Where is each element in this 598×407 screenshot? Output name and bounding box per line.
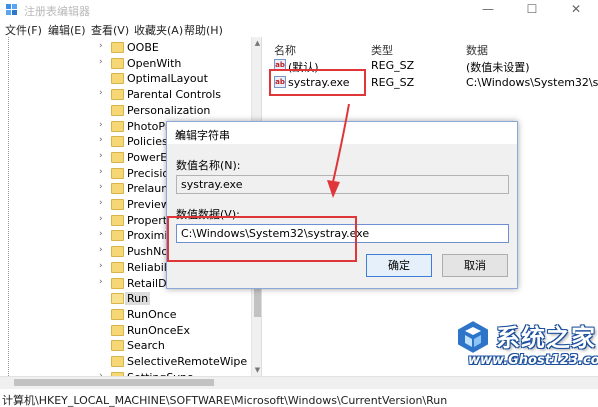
folder-icon [111, 104, 124, 116]
scroll-up-icon[interactable]: ▲ [252, 37, 261, 49]
key-path: 计算机\HKEY_LOCAL_MACHINE\SOFTWARE\Microsof… [2, 394, 448, 407]
title-bar: 注册表编辑器 — ☐ ✕ [0, 0, 598, 20]
value-data: C:\Windows\System32\systra [466, 76, 598, 89]
horizontal-scrollbar[interactable] [0, 377, 598, 389]
column-header-name[interactable]: 名称 [274, 42, 296, 58]
chevron-right-icon[interactable]: › [99, 88, 103, 98]
tree-item-label: OpenWith [127, 56, 182, 70]
chevron-right-icon[interactable]: › [99, 277, 103, 287]
edit-string-dialog: 编辑字符串 ✕ 数值名称(N): systray.exe 数值数据(V): C:… [166, 121, 518, 289]
watermark-logo-icon [456, 318, 490, 356]
folder-icon [111, 120, 124, 132]
folder-icon [111, 199, 124, 210]
column-header-data[interactable]: 数据 [466, 42, 488, 58]
chevron-right-icon[interactable]: › [99, 41, 103, 51]
close-button[interactable]: ✕ [554, 0, 598, 20]
folder-icon [111, 308, 124, 320]
menu-file[interactable]: 文件(F) [5, 22, 42, 38]
tree-item-label: RunOnce [127, 307, 177, 321]
folder-icon [111, 293, 124, 305]
tree-item-label: PowerEf [127, 150, 172, 164]
folder-icon [111, 73, 124, 85]
chevron-right-icon[interactable]: › [99, 182, 103, 192]
tree-item-label: Search [127, 339, 165, 353]
watermark-title: 系统之家 [496, 324, 596, 352]
folder-icon [111, 356, 124, 367]
menu-edit[interactable]: 编辑(E) [48, 22, 86, 38]
menu-bar: 文件(F) 编辑(E) 查看(V) 收藏夹(A) 帮助(H) [0, 20, 598, 37]
chevron-right-icon[interactable]: › [99, 229, 103, 239]
folder-icon [111, 340, 124, 352]
value-name-label: 数值名称(N): [176, 159, 241, 172]
folder-icon [111, 277, 124, 289]
tree-item[interactable]: › OOBE [0, 40, 261, 56]
tree-item[interactable]: RunOnceEx [0, 323, 261, 339]
folder-icon [111, 57, 124, 69]
chevron-right-icon[interactable]: › [99, 167, 103, 177]
folder-icon [111, 151, 124, 163]
minimize-button[interactable]: — [466, 0, 510, 20]
cancel-button[interactable]: 取消 [442, 254, 508, 277]
chevron-right-icon[interactable]: › [99, 57, 103, 67]
folder-icon [111, 89, 124, 101]
dialog-close-icon[interactable]: ✕ [175, 127, 511, 140]
value-data: (数值未设置) [466, 61, 530, 74]
value-type: REG_SZ [371, 59, 415, 72]
window-title: 注册表编辑器 [24, 5, 90, 18]
folder-icon [111, 42, 124, 53]
value-type: REG_SZ [371, 76, 415, 89]
chevron-right-icon[interactable]: › [99, 245, 103, 255]
watermark-url: www.Ghost123.com [468, 353, 598, 368]
folder-icon [111, 183, 124, 195]
tree-item[interactable]: SelectiveRemoteWipe [0, 354, 261, 370]
tree-item-label: Run [125, 292, 151, 306]
menu-view[interactable]: 查看(V) [91, 22, 129, 38]
tree-item[interactable]: RunOnce [0, 307, 261, 323]
chevron-right-icon[interactable]: › [99, 198, 103, 208]
tree-item[interactable]: Search [0, 338, 261, 354]
tree-item[interactable]: › Parental Controls [0, 87, 261, 103]
tree-item[interactable]: Personalization [0, 103, 261, 119]
folder-icon [111, 136, 124, 148]
chevron-right-icon[interactable]: › [99, 214, 103, 224]
tree-item-label: OOBE [127, 41, 159, 54]
tree-item-label: RunOnceEx [127, 323, 190, 337]
folder-icon [111, 324, 124, 336]
tree-item[interactable]: Run [0, 291, 261, 307]
value-name-field: systray.exe [176, 175, 509, 194]
tree-item-label: OptimalLayout [127, 72, 208, 86]
folder-icon [111, 230, 124, 242]
tree-item-label: SelectiveRemoteWipe [127, 355, 248, 368]
annotation-highlight-value [269, 69, 366, 96]
folder-icon [111, 167, 124, 179]
column-header-type[interactable]: 类型 [371, 42, 393, 58]
tree-item[interactable]: OptimalLayout [0, 71, 261, 87]
regedit-icon [6, 4, 17, 15]
chevron-right-icon[interactable]: › [99, 261, 103, 271]
folder-icon [111, 261, 124, 273]
menu-help[interactable]: 帮助(H) [184, 22, 223, 38]
maximize-button[interactable]: ☐ [510, 0, 554, 20]
folder-icon [111, 246, 124, 258]
tree-item-label: Personalization [127, 103, 211, 117]
menu-favorites[interactable]: 收藏夹(A) [134, 22, 183, 38]
status-bar: 计算机\HKEY_LOCAL_MACHINE\SOFTWARE\Microsof… [0, 376, 598, 407]
annotation-highlight-data [167, 216, 357, 262]
tree-item-label: Policies [127, 135, 168, 149]
ok-button[interactable]: 确定 [366, 254, 432, 277]
scroll-down-icon[interactable]: ▼ [252, 364, 261, 376]
chevron-right-icon[interactable]: › [99, 120, 103, 130]
chevron-right-icon[interactable]: › [99, 151, 103, 161]
tree-item[interactable]: › OpenWith [0, 56, 261, 72]
chevron-right-icon[interactable]: › [99, 135, 103, 145]
tree-item-label: Parental Controls [127, 88, 221, 102]
dialog-title-bar: 编辑字符串 ✕ [167, 122, 517, 144]
folder-icon [111, 214, 124, 226]
hscroll-thumb[interactable] [14, 379, 214, 386]
